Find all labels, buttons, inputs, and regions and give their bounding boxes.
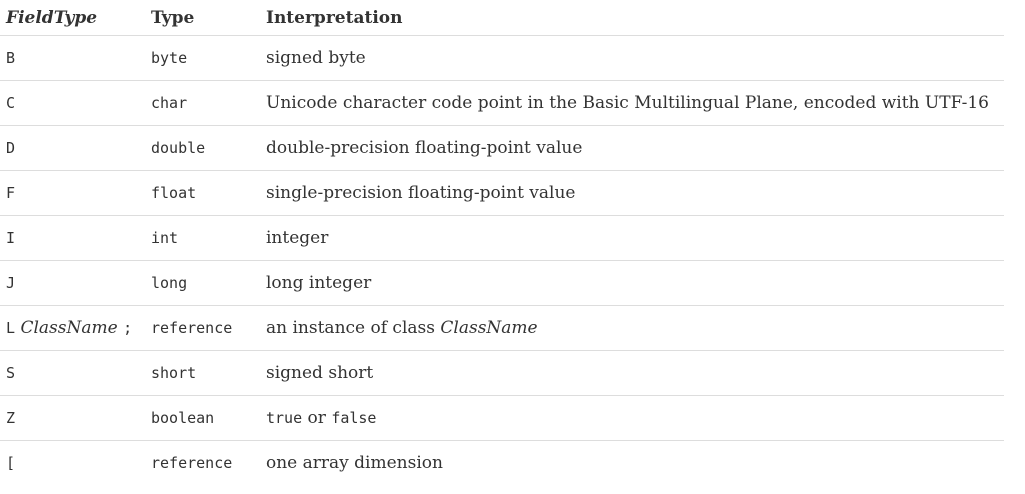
field-type-cell: D [0, 125, 151, 171]
type-cell: char [151, 80, 266, 126]
interpretation-true: true [266, 409, 303, 427]
table-row: C char Unicode character code point in t… [0, 80, 1004, 126]
header-field-type: FieldType [0, 0, 151, 36]
interpretation-class: ClassName [440, 318, 538, 338]
interpretation-cell: long integer [266, 260, 1004, 306]
field-type-table: FieldType Type Interpretation B byte sig… [0, 0, 1004, 485]
field-type-cell: B [0, 35, 151, 81]
type-cell: reference [151, 454, 233, 472]
type-cell: boolean [151, 395, 266, 441]
table-row: F float single-precision floating-point … [0, 170, 1004, 216]
interpretation-cell: one array dimension [266, 453, 443, 473]
type-cell: short [151, 350, 266, 396]
field-type-cell: J [0, 260, 151, 306]
interpretation-prefix: an instance of class [266, 318, 435, 338]
header-type: Type [151, 0, 266, 36]
table-row: J long long integer [0, 260, 1004, 306]
field-type-prefix: L [6, 319, 16, 337]
table-row: I int integer [0, 215, 1004, 261]
interpretation-cell: Unicode character code point in the Basi… [266, 80, 1004, 126]
field-type-cell: L ClassName ; [0, 305, 151, 351]
table-row: [ reference one array dimension [0, 441, 1004, 486]
type-cell: double [151, 125, 266, 171]
interpretation-cell: integer [266, 215, 1004, 261]
interpretation-false: false [331, 409, 377, 427]
table-row: Z boolean true or false [0, 395, 1004, 441]
interpretation-or: or [307, 408, 326, 428]
interpretation-cell: double-precision floating-point value [266, 125, 1004, 171]
field-type-cell: S [0, 350, 151, 396]
field-type-cell: Z [0, 395, 151, 441]
header-interpretation: Interpretation [266, 0, 1004, 36]
interpretation-cell: an instance of class ClassName [266, 305, 1004, 351]
interpretation-cell: signed short [266, 350, 1004, 396]
type-cell: float [151, 170, 266, 216]
interpretation-cell: signed byte [266, 35, 1004, 81]
field-type-cell: I [0, 215, 151, 261]
table-row: L ClassName ; reference an instance of c… [0, 305, 1004, 351]
type-cell: reference [151, 305, 266, 351]
field-type-suffix: ; [123, 319, 133, 337]
type-cell: byte [151, 35, 266, 81]
field-type-class: ClassName [20, 318, 118, 338]
field-type-cell: C [0, 80, 151, 126]
table-header-row: FieldType Type Interpretation [0, 0, 1004, 36]
field-type-cell: F [0, 170, 151, 216]
interpretation-cell: single-precision floating-point value [266, 170, 1004, 216]
type-cell: int [151, 215, 266, 261]
table-row: D double double-precision floating-point… [0, 125, 1004, 171]
interpretation-cell: true or false [266, 395, 1004, 441]
table-row: S short signed short [0, 350, 1004, 396]
table-row: B byte signed byte [0, 35, 1004, 81]
field-type-cell: [ [6, 454, 16, 472]
type-cell: long [151, 260, 266, 306]
